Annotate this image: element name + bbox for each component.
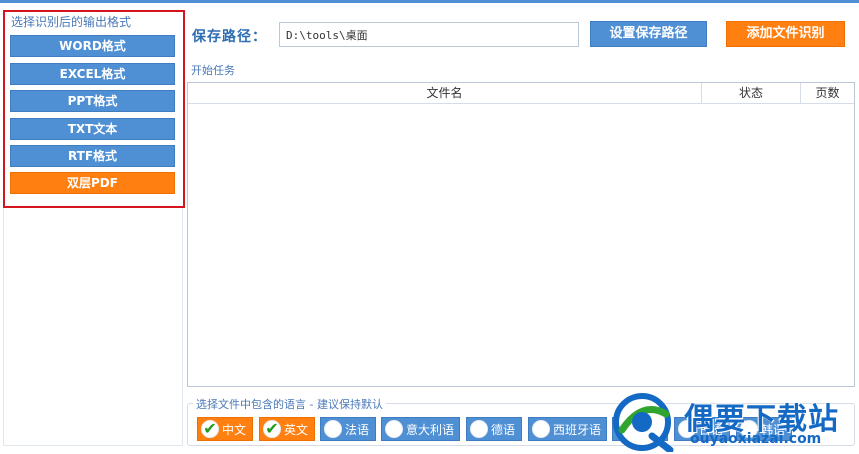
lang-label: 意大利语 (406, 423, 455, 437)
lang-chinese-toggle[interactable]: ✔ 中文 (197, 417, 253, 441)
word-format-button[interactable]: WORD格式 (10, 35, 175, 57)
rtf-format-button[interactable]: RTF格式 (10, 145, 175, 167)
lang-italian-toggle[interactable]: 意大利语 (381, 417, 460, 441)
save-path-label: 保存路径： (192, 29, 267, 45)
radio-circle-icon (470, 420, 488, 438)
lang-german-toggle[interactable]: 德语 (466, 417, 522, 441)
lang-french-toggle[interactable]: 法语 (320, 417, 376, 441)
watermark-logo-icon (613, 393, 674, 452)
dual-layer-pdf-button[interactable]: 双层PDF (10, 172, 175, 194)
save-path-input[interactable] (279, 22, 579, 47)
watermark-url: ouyaoxiazai.com (690, 431, 822, 447)
column-header-status[interactable]: 状态 (702, 83, 801, 103)
set-save-path-button[interactable]: 设置保存路径 (590, 21, 707, 47)
check-icon: ✔ (201, 420, 219, 438)
output-format-title: 选择识别后的输出格式 (9, 13, 134, 30)
excel-format-button[interactable]: EXCEL格式 (10, 63, 175, 85)
radio-circle-icon (385, 420, 403, 438)
add-file-button[interactable]: 添加文件识别 (726, 21, 845, 47)
lang-spanish-toggle[interactable]: 西班牙语 (528, 417, 607, 441)
top-accent-line (0, 0, 859, 3)
check-icon: ✔ (263, 420, 281, 438)
lang-label: 法语 (345, 423, 370, 437)
file-table[interactable]: 文件名 状态 页数 (187, 82, 855, 387)
radio-circle-icon (532, 420, 550, 438)
radio-circle-icon (324, 420, 342, 438)
language-group-title: 选择文件中包含的语言 - 建议保持默认 (193, 396, 386, 412)
lang-label: 德语 (491, 423, 516, 437)
ppt-format-button[interactable]: PPT格式 (10, 90, 175, 112)
left-panel-frame (3, 208, 183, 446)
lang-label: 中文 (222, 423, 247, 437)
lang-english-toggle[interactable]: ✔ 英文 (259, 417, 315, 441)
column-header-filename[interactable]: 文件名 (188, 83, 702, 103)
txt-format-button[interactable]: TXT文本 (10, 118, 175, 140)
output-format-panel: 选择识别后的输出格式 WORD格式 EXCEL格式 PPT格式 TXT文本 RT… (3, 10, 185, 208)
lang-label: 英文 (284, 423, 309, 437)
table-header: 文件名 状态 页数 (188, 83, 854, 104)
lang-label: 西班牙语 (553, 423, 602, 437)
start-task-link[interactable]: 开始任务 (191, 62, 235, 78)
column-header-pages[interactable]: 页数 (801, 83, 854, 103)
